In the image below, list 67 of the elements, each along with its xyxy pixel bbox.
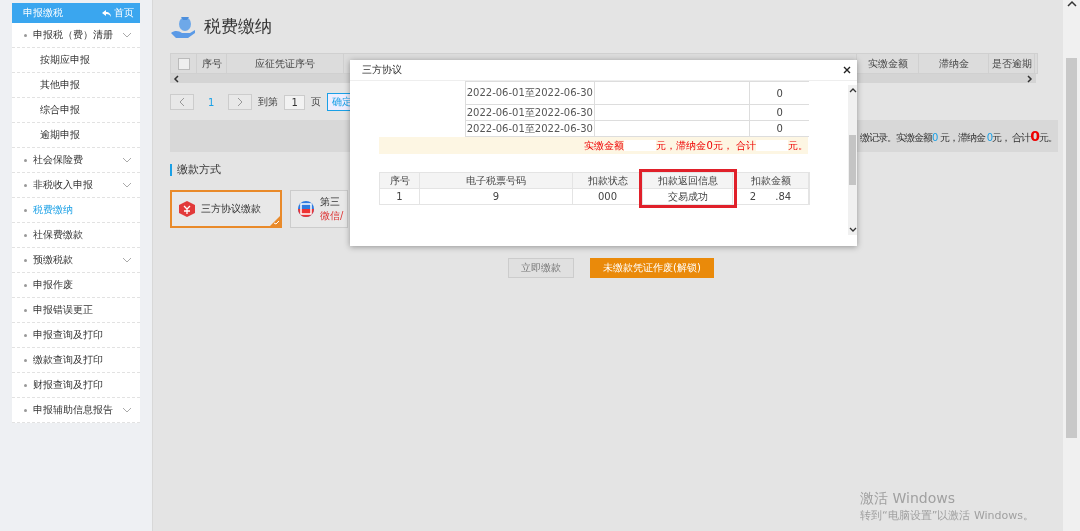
cube-icon (178, 200, 196, 218)
column-header: 电子税票号码 (420, 173, 572, 189)
table-cell: 2022-06-01至2022-06-30 (466, 121, 595, 136)
check-corner-icon (270, 216, 280, 226)
summary-text: 实缴金额 元，滞纳金0元， 合计 元。 (584, 138, 808, 153)
checkbox[interactable] (177, 57, 190, 70)
next-page-icon (237, 98, 244, 106)
sidebar-subitem[interactable]: 其他申报 (12, 73, 140, 98)
chevron-right-icon[interactable] (1026, 74, 1033, 83)
activation-hint: 转到“电脑设置”以激活 Windows。 (860, 508, 1034, 523)
sidebar-subitem[interactable]: 按期应申报 (12, 48, 140, 73)
chevron-down-icon (122, 32, 132, 38)
chevron-down-icon (122, 157, 132, 163)
chevron-down-icon (122, 407, 132, 413)
summary-text: 缴记录。实缴金额0 元，滞纳金 0元， 合计0元。 (859, 127, 1057, 145)
money-bag-hand-icon (170, 14, 196, 38)
prev-page-icon (179, 98, 185, 106)
close-icon[interactable] (843, 66, 851, 74)
column-header: 序号 (380, 173, 419, 189)
table-cell-text: 2 .84 (748, 190, 793, 204)
column-header: 是否逾期 (989, 54, 1035, 73)
sidebar-item[interactable]: 非税收入申报 (12, 173, 140, 198)
sidebar-item[interactable]: 社保费缴款 (12, 223, 140, 248)
table-cell-text: 0 (775, 106, 784, 120)
sidebar-item[interactable]: 财报查询及打印 (12, 373, 140, 398)
sidebar-item[interactable]: 缴款查询及打印 (12, 348, 140, 373)
table-cell-text: 9 (491, 190, 501, 204)
table-cell-text: 0 (775, 122, 784, 136)
payment-method-card[interactable]: 三方协议缴款 (170, 190, 282, 228)
sidebar-subitem[interactable]: 综合申报 (12, 98, 140, 123)
page-input[interactable]: 1 (284, 94, 305, 110)
sidebar-item[interactable]: 申报辅助信息报告 (12, 398, 140, 423)
page-title: 税费缴纳 (204, 14, 272, 38)
sidebar-item[interactable]: 申报查询及打印 (12, 323, 140, 348)
sidebar-title: 申报缴税 (23, 6, 63, 20)
table-cell-text: 0 (775, 86, 784, 101)
vertical-scrollbar[interactable] (848, 85, 857, 235)
sidebar-subitem[interactable]: 逾期申报 (12, 123, 140, 148)
column-header: 滞纳金 (919, 54, 989, 73)
goto-label: 到第 (258, 95, 279, 109)
column-header: 应征凭证序号 (227, 54, 344, 73)
sidebar-item[interactable]: 申报作废 (12, 273, 140, 298)
column-header: 扣款状态 (573, 173, 642, 189)
back-arrow-icon (102, 9, 111, 17)
sidebar-item[interactable]: 社会保险费 (12, 148, 140, 173)
chevron-up-icon[interactable] (848, 87, 857, 93)
table-cell: 2022-06-01至2022-06-30 (466, 82, 595, 104)
column-header: 扣款返回信息 (643, 173, 732, 189)
section-title: 缴款方式 (177, 162, 221, 177)
table-cell-text: 交易成功 (666, 189, 709, 204)
dialog-title: 三方协议 (362, 63, 402, 77)
payment-method-card[interactable]: 第三 微信/ (290, 190, 348, 228)
column-header: 扣款金额 (733, 173, 808, 189)
column-header: 序号 (197, 54, 227, 73)
page-unit-label: 页 (310, 95, 321, 109)
chevron-down-icon[interactable] (848, 227, 857, 233)
chevron-up-icon[interactable] (1066, 0, 1077, 8)
sidebar-item[interactable]: 申报错误更正 (12, 298, 140, 323)
sidebar-item[interactable]: 预缴税款 (12, 248, 140, 273)
chevron-left-icon[interactable] (173, 74, 180, 83)
table-cell-text: 000 (596, 190, 619, 204)
chevron-down-icon (122, 257, 132, 263)
table-cell-text: 1 (395, 190, 404, 204)
chevron-down-icon (122, 182, 132, 188)
table-cell: 2022-06-01至2022-06-30 (466, 105, 595, 120)
sidebar-item[interactable]: 申报税（费）清册 (12, 23, 140, 48)
activation-title: 激活 Windows (860, 490, 956, 508)
